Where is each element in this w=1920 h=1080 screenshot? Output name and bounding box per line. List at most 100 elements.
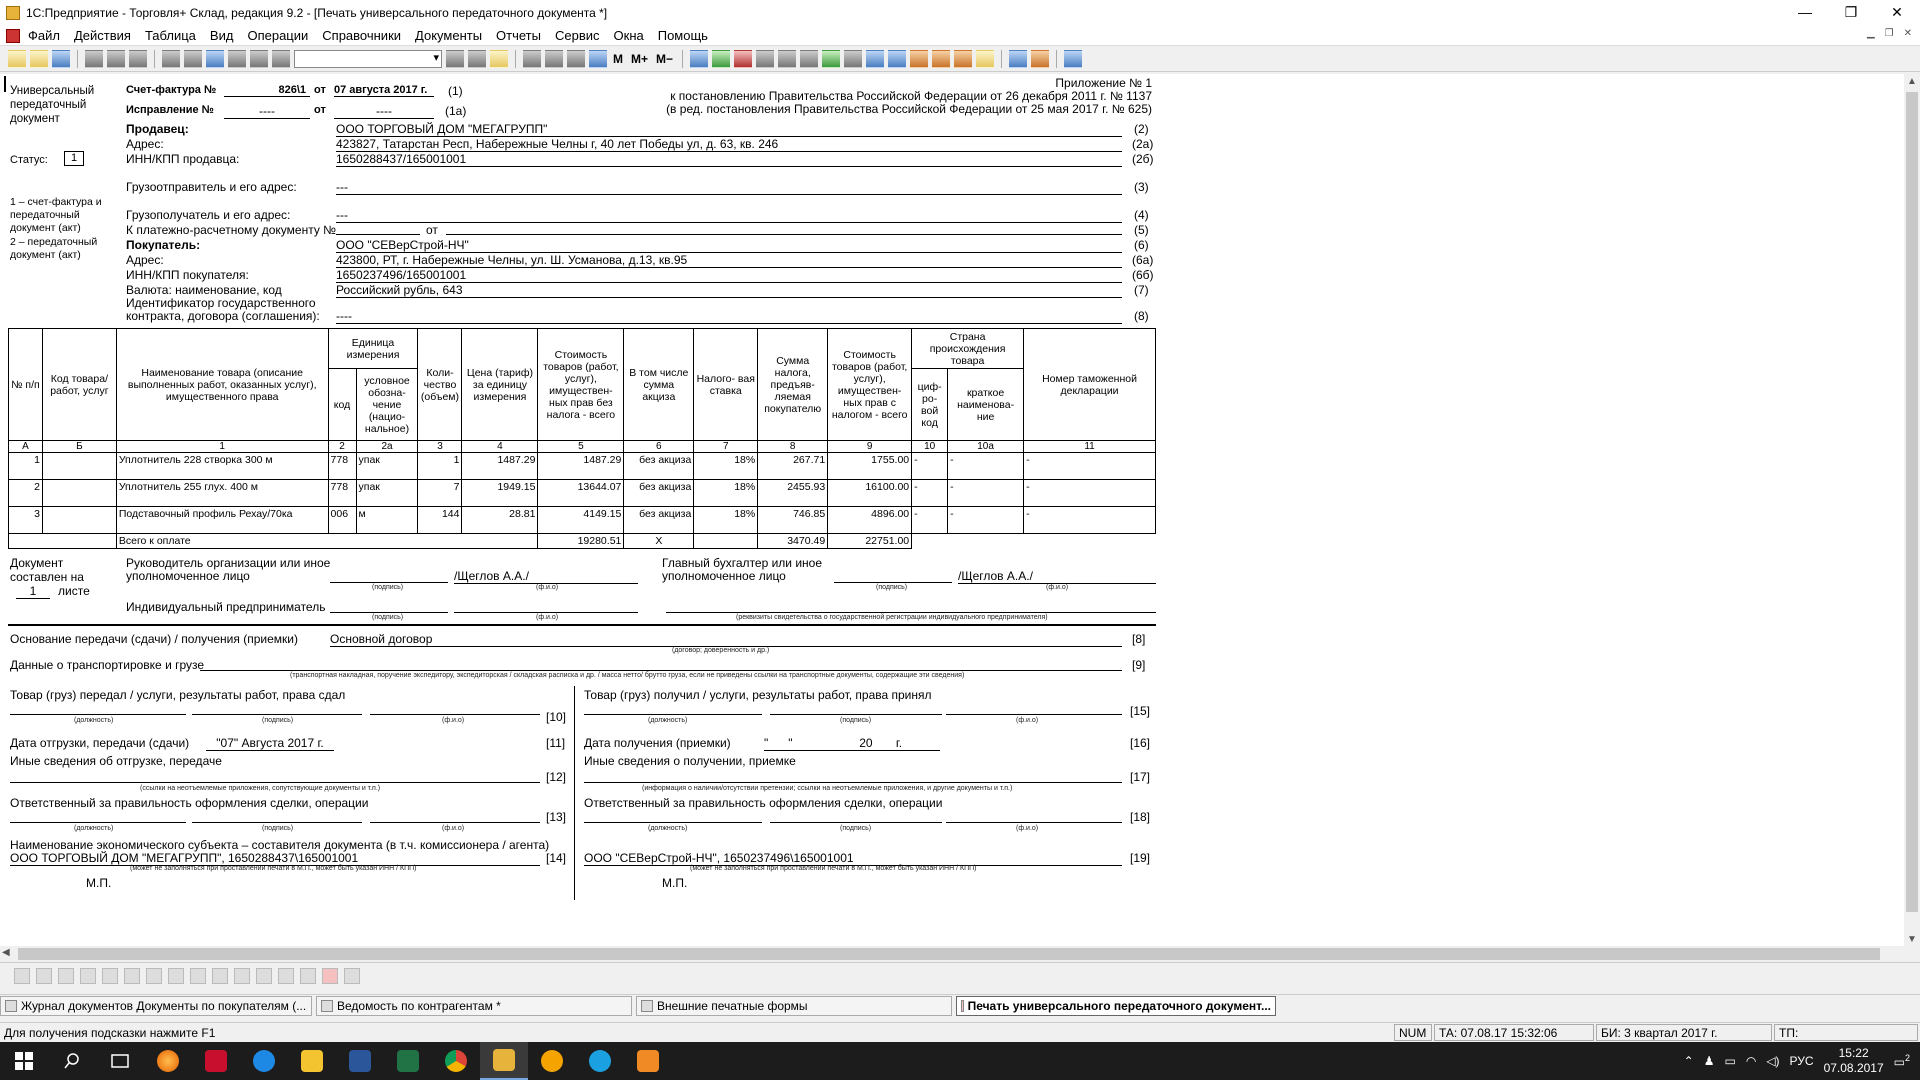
help-icon[interactable]: [490, 49, 508, 68]
text-tool-icon[interactable]: [58, 967, 74, 984]
mdi-minimize-icon[interactable]: ▁: [1867, 28, 1875, 39]
memory-minus-button[interactable]: M−: [656, 52, 673, 66]
window-tab-journal[interactable]: Журнал документов Документы по покупател…: [0, 995, 312, 1016]
redo-icon[interactable]: [250, 49, 268, 68]
diagram-tool-icon[interactable]: [124, 967, 140, 984]
list-icon[interactable]: [756, 49, 775, 68]
search-button[interactable]: [48, 1042, 96, 1080]
new-icon[interactable]: [8, 49, 26, 68]
bracket-right-icon[interactable]: [212, 967, 228, 984]
open-icon[interactable]: [30, 49, 48, 68]
tray-language[interactable]: РУС: [1790, 1054, 1814, 1068]
taskbar-acrobat[interactable]: [192, 1042, 240, 1080]
line-tool-icon[interactable]: [14, 967, 30, 984]
paste-icon[interactable]: [129, 49, 147, 68]
status-value[interactable]: 1: [64, 151, 84, 166]
find-next-icon[interactable]: [446, 49, 464, 68]
task-view-button[interactable]: [96, 1042, 144, 1080]
tray-clock[interactable]: 15:22 07.08.2017: [1824, 1046, 1884, 1076]
minimize-button[interactable]: —: [1782, 0, 1828, 26]
table2-tool-icon[interactable]: [278, 967, 294, 984]
taskbar-explorer[interactable]: [288, 1042, 336, 1080]
journal-icon[interactable]: [690, 49, 709, 68]
doc-icon[interactable]: [888, 49, 907, 68]
taskbar-1c[interactable]: [528, 1042, 576, 1080]
tray-people-icon[interactable]: ♟: [1704, 1054, 1715, 1068]
notifications-icon[interactable]: ▭2: [1894, 1053, 1910, 1069]
menu-windows[interactable]: Окна: [614, 28, 644, 43]
section-tool-icon[interactable]: [234, 967, 250, 984]
mdi-close-icon[interactable]: ✕: [1904, 28, 1912, 39]
window-tab-external-forms[interactable]: Внешние печатные формы: [636, 995, 952, 1016]
grid-tool-icon[interactable]: [168, 967, 184, 984]
memory-button[interactable]: M: [613, 52, 623, 66]
tree-icon[interactable]: [822, 49, 841, 68]
menu-file[interactable]: Файл: [28, 28, 60, 43]
vertical-scrollbar[interactable]: ▲ ▼: [1904, 74, 1920, 950]
tray-volume-icon[interactable]: ◁): [1766, 1054, 1779, 1068]
clipboard-icon[interactable]: [567, 49, 585, 68]
calculator-icon[interactable]: [523, 49, 541, 68]
menu-actions[interactable]: Действия: [74, 28, 131, 43]
horizontal-scrollbar[interactable]: ◀: [0, 946, 1904, 962]
form-tool-icon[interactable]: [300, 967, 316, 984]
globe-icon[interactable]: [1009, 49, 1028, 68]
settings-icon[interactable]: [1031, 49, 1050, 68]
calendar2-icon[interactable]: [545, 49, 563, 68]
delete-tool-icon[interactable]: [322, 967, 338, 984]
copy-icon[interactable]: [107, 49, 125, 68]
columns-tool-icon[interactable]: [344, 967, 360, 984]
menu-service[interactable]: Сервис: [555, 28, 600, 43]
maximize-button[interactable]: ❐: [1828, 0, 1874, 26]
menu-reports[interactable]: Отчеты: [496, 28, 541, 43]
chart-icon[interactable]: [976, 49, 995, 68]
box-icon[interactable]: [910, 49, 929, 68]
taskbar-firefox[interactable]: [144, 1042, 192, 1080]
boxes-icon[interactable]: [932, 49, 951, 68]
table-row[interactable]: 2 Уплотнитель 255 глух. 400 м 778 упак 7…: [8, 479, 1156, 507]
menu-references[interactable]: Справочники: [322, 28, 401, 43]
print-icon[interactable]: [162, 49, 180, 68]
export-icon[interactable]: [712, 49, 731, 68]
window-tab-print-upd[interactable]: Печать универсального передаточного доку…: [956, 995, 1276, 1016]
save-icon[interactable]: [52, 49, 70, 68]
pointer-tool-icon[interactable]: [146, 967, 162, 984]
close-button[interactable]: ✕: [1874, 0, 1920, 26]
ole-tool-icon[interactable]: [102, 967, 118, 984]
rectangle-tool-icon[interactable]: [36, 967, 52, 984]
scroll-up-icon[interactable]: ▲: [1904, 74, 1920, 90]
taskbar-word[interactable]: [336, 1042, 384, 1080]
picture-tool-icon[interactable]: [80, 967, 96, 984]
book-icon[interactable]: [589, 49, 607, 68]
table-tool-icon[interactable]: [256, 967, 272, 984]
bracket-left-icon[interactable]: [190, 967, 206, 984]
calendar-icon[interactable]: [206, 49, 224, 68]
scroll-down-icon[interactable]: ▼: [1904, 932, 1920, 948]
tray-battery-icon[interactable]: ▭: [1724, 1054, 1735, 1068]
tray-wifi-icon[interactable]: ◠: [1746, 1054, 1756, 1068]
cut-icon[interactable]: [85, 49, 103, 68]
document-icon[interactable]: [6, 28, 20, 43]
document-area[interactable]: Универсальный передаточный документ Стат…: [0, 74, 1904, 950]
taskbar-media[interactable]: [624, 1042, 672, 1080]
replace-icon[interactable]: [468, 49, 486, 68]
vertical-scroll-thumb[interactable]: [1906, 92, 1918, 912]
table-row[interactable]: 3 Подставочный профиль Рехау/70ка 006 м …: [8, 506, 1156, 534]
taskbar-1c-trade[interactable]: [480, 1042, 528, 1080]
taskbar-ie[interactable]: [576, 1042, 624, 1080]
list2-icon[interactable]: [778, 49, 797, 68]
lock-icon[interactable]: [844, 49, 863, 68]
find-icon[interactable]: [272, 49, 290, 68]
menu-view[interactable]: Вид: [210, 28, 234, 43]
print-preview-icon[interactable]: [184, 49, 202, 68]
search-combobox[interactable]: [294, 49, 442, 68]
window-icon[interactable]: [1064, 49, 1083, 68]
table-row[interactable]: 1 Уплотнитель 228 створка 300 м 778 упак…: [8, 452, 1156, 480]
taskbar-edge[interactable]: [240, 1042, 288, 1080]
list3-icon[interactable]: [800, 49, 819, 68]
horizontal-scroll-thumb[interactable]: [18, 948, 1880, 960]
menu-table[interactable]: Таблица: [145, 28, 196, 43]
menu-help[interactable]: Помощь: [658, 28, 708, 43]
start-button[interactable]: [0, 1042, 48, 1080]
taskbar-chrome[interactable]: [432, 1042, 480, 1080]
